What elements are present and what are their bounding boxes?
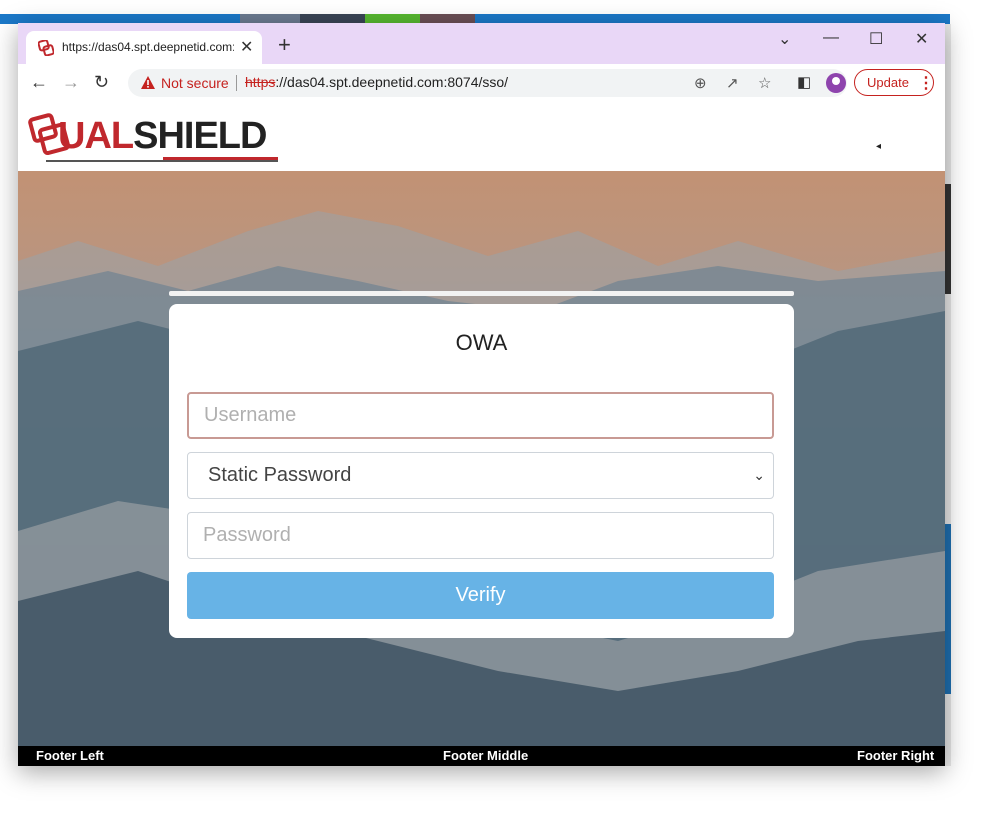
- browser-toolbar: ← → ↻ Not secure https://das04.spt.deepn…: [18, 64, 945, 102]
- mountain-background: OWA Static Password ⌄ Verify: [18, 171, 945, 746]
- auth-method-value: Static Password: [208, 464, 352, 486]
- maximize-button[interactable]: ☐: [869, 29, 883, 49]
- browser-tab[interactable]: https://das04.spt.deepnetid.com: ✕: [26, 31, 262, 64]
- close-window-button[interactable]: ✕: [915, 29, 928, 49]
- tab-title: https://das04.spt.deepnetid.com:: [62, 40, 234, 54]
- browser-window: https://das04.spt.deepnetid.com: ✕ + ⌄ —…: [18, 23, 945, 766]
- url-scheme: https: [245, 74, 276, 90]
- site-header: UALSHIELD ◂: [18, 101, 945, 171]
- tab-search-chevron-icon[interactable]: ⌄: [778, 29, 791, 49]
- dualshield-favicon-icon: [38, 40, 54, 56]
- chevron-down-icon: ⌄: [753, 467, 765, 483]
- star-icon[interactable]: ☆: [758, 74, 771, 92]
- warning-icon: [141, 76, 155, 89]
- logo-underline: [46, 160, 278, 162]
- share-icon[interactable]: ↗: [726, 74, 739, 92]
- profile-icon[interactable]: [826, 73, 846, 93]
- update-button[interactable]: Update ⋮: [854, 69, 934, 96]
- minimize-button[interactable]: —: [823, 29, 839, 47]
- password-input[interactable]: [187, 512, 774, 559]
- logo-underline-accent: [163, 157, 278, 160]
- logo-wordmark: UALSHIELD: [58, 115, 267, 157]
- footer-right: Footer Right: [857, 748, 935, 763]
- address-separator: [236, 75, 237, 91]
- menu-icon[interactable]: ⋮: [918, 73, 934, 93]
- update-label: Update: [867, 75, 909, 90]
- new-tab-button[interactable]: +: [278, 34, 291, 56]
- verify-button[interactable]: Verify: [187, 572, 774, 619]
- not-secure-label[interactable]: Not secure: [161, 75, 229, 91]
- footer-left: Footer Left: [36, 748, 104, 763]
- sidepanel-icon[interactable]: ◧: [797, 73, 811, 91]
- login-title: OWA: [455, 330, 508, 355]
- address-bar[interactable]: Not secure https://das04.spt.deepnetid.c…: [128, 69, 847, 97]
- zoom-icon[interactable]: ⊕: [694, 74, 707, 92]
- page-content: UALSHIELD ◂ OWA Static Password ⌄: [18, 101, 945, 766]
- back-icon[interactable]: ←: [30, 72, 48, 93]
- forward-icon[interactable]: →: [62, 72, 80, 93]
- card-top-bar: [169, 291, 794, 296]
- url-text[interactable]: https://das04.spt.deepnetid.com:8074/sso…: [245, 74, 508, 90]
- page-footer: Footer Left Footer Middle Footer Right: [18, 746, 945, 766]
- tab-close-icon[interactable]: ✕: [240, 37, 253, 57]
- footer-middle: Footer Middle: [443, 748, 529, 763]
- collapse-caret-icon[interactable]: ◂: [876, 141, 881, 152]
- tab-strip: https://das04.spt.deepnetid.com: ✕ + ⌄ —…: [18, 23, 945, 64]
- url-host-path: ://das04.spt.deepnetid.com:8074/sso/: [275, 74, 509, 90]
- login-card: OWA Static Password ⌄ Verify: [169, 304, 794, 638]
- reload-icon[interactable]: ↻: [94, 72, 109, 93]
- dualshield-logo: UALSHIELD: [28, 111, 288, 162]
- desktop-background-edge: [945, 24, 951, 766]
- username-input[interactable]: [187, 392, 774, 439]
- auth-method-select[interactable]: Static Password ⌄: [187, 452, 774, 499]
